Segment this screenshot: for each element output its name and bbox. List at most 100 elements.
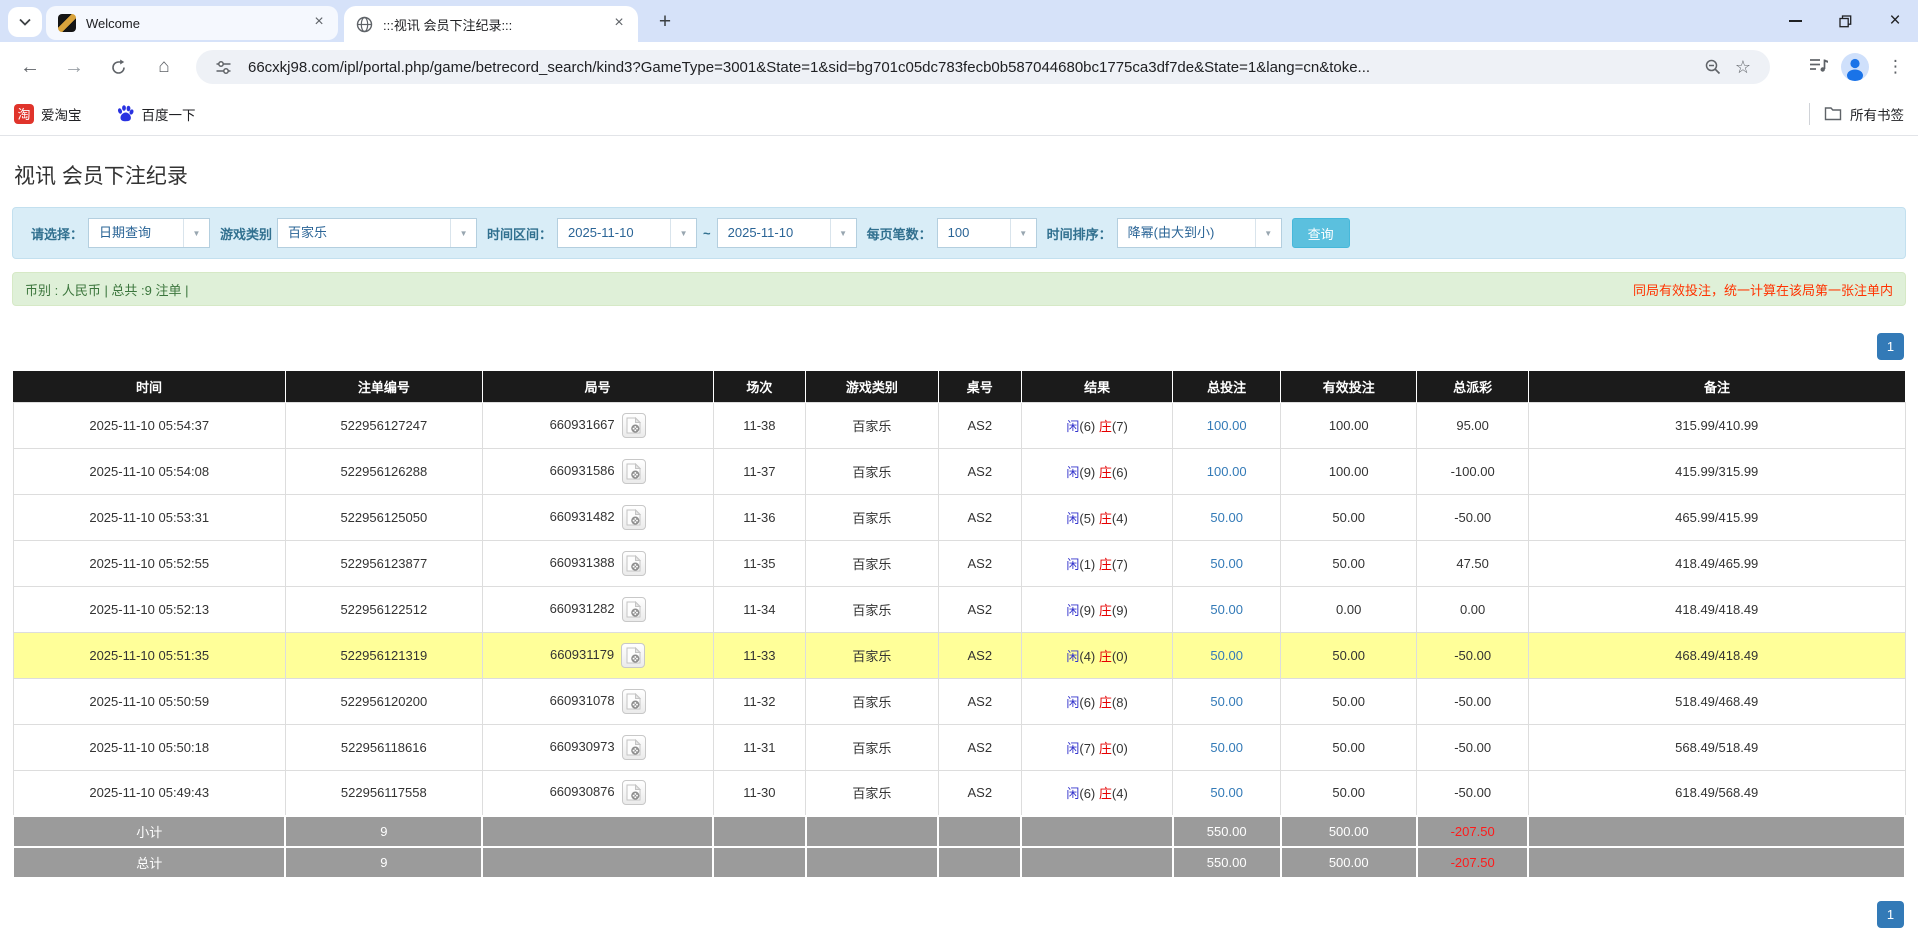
cell-bet-id: 522956127247 bbox=[285, 402, 482, 448]
forward-button[interactable]: → bbox=[56, 49, 92, 85]
cell-remark: 418.49/418.49 bbox=[1528, 586, 1905, 632]
cell-total-bet[interactable]: 50.00 bbox=[1173, 540, 1281, 586]
omnibox[interactable]: 66cxkj98.com/ipl/portal.php/game/betreco… bbox=[196, 50, 1770, 84]
date-to-select[interactable]: 2025-11-10 ▼ bbox=[717, 218, 857, 248]
chevron-down-icon: ▼ bbox=[1010, 219, 1036, 247]
cell-total-bet[interactable]: 50.00 bbox=[1173, 770, 1281, 816]
replay-icon-button[interactable] bbox=[622, 780, 646, 805]
cell-game-type: 百家乐 bbox=[806, 586, 938, 632]
back-button[interactable]: ← bbox=[12, 49, 48, 85]
filter-label-game-type: 游戏类别 bbox=[220, 224, 272, 243]
chevron-down-icon: ▼ bbox=[670, 219, 696, 247]
window-close-button[interactable]: × bbox=[1872, 0, 1918, 42]
tab-welcome[interactable]: Welcome × bbox=[46, 6, 338, 40]
replay-icon-button[interactable] bbox=[622, 689, 646, 714]
cell-round: 660931388 bbox=[482, 540, 713, 586]
replay-icon-button[interactable] bbox=[622, 735, 646, 760]
time-order-select[interactable]: 降幂(由大到小) ▼ bbox=[1117, 218, 1282, 248]
summary-row: 小计9550.00500.00-207.50 bbox=[13, 816, 1905, 847]
media-controls-icon[interactable] bbox=[1809, 56, 1829, 79]
replay-icon-button[interactable] bbox=[622, 551, 646, 576]
cell-time: 2025-11-10 05:54:08 bbox=[13, 448, 285, 494]
cell-total-bet[interactable]: 100.00 bbox=[1173, 402, 1281, 448]
cell-remark: 618.49/568.49 bbox=[1528, 770, 1905, 816]
bookmark-star-icon[interactable]: ☆ bbox=[1728, 52, 1758, 82]
cell-total-bet[interactable]: 50.00 bbox=[1173, 724, 1281, 770]
all-bookmarks-button[interactable]: 所有书签 bbox=[1850, 104, 1904, 124]
date-from-select[interactable]: 2025-11-10 ▼ bbox=[557, 218, 697, 248]
window-minimize-button[interactable] bbox=[1772, 0, 1818, 42]
cell-total-bet[interactable]: 50.00 bbox=[1173, 586, 1281, 632]
home-button[interactable]: ⌂ bbox=[146, 49, 182, 85]
search-button[interactable]: 查询 bbox=[1292, 218, 1350, 248]
window-restore-button[interactable] bbox=[1822, 0, 1868, 42]
folder-icon bbox=[1824, 106, 1842, 121]
cell-valid-bet: 50.00 bbox=[1281, 724, 1417, 770]
tab-close-icon[interactable]: × bbox=[610, 15, 628, 33]
tab-search-button[interactable] bbox=[8, 7, 42, 37]
cell-round: 660931282 bbox=[482, 586, 713, 632]
replay-icon-button[interactable] bbox=[621, 643, 645, 668]
tab-betrecord[interactable]: :::视讯 会员下注纪录::: × bbox=[344, 6, 638, 42]
cell-session: 11-36 bbox=[713, 494, 806, 540]
cell-total-bet[interactable]: 50.00 bbox=[1173, 632, 1281, 678]
replay-icon-button[interactable] bbox=[622, 597, 646, 622]
table-row: 2025-11-10 05:54:08522956126288660931586… bbox=[13, 448, 1905, 494]
menu-kebab-icon[interactable]: ⋮ bbox=[1881, 57, 1910, 77]
cell-game-type: 百家乐 bbox=[806, 724, 938, 770]
replay-icon-button[interactable] bbox=[622, 505, 646, 530]
replay-icon-button[interactable] bbox=[622, 413, 646, 438]
replay-icon bbox=[626, 784, 641, 801]
game-type-select[interactable]: 百家乐 ▼ bbox=[277, 218, 477, 248]
column-header: 局号 bbox=[482, 371, 713, 402]
tab-close-icon[interactable]: × bbox=[310, 14, 328, 32]
cell-total-bet[interactable]: 50.00 bbox=[1173, 494, 1281, 540]
cell-result: 闲(7) 庄(0) bbox=[1021, 724, 1172, 770]
url-text[interactable]: 66cxkj98.com/ipl/portal.php/game/betreco… bbox=[248, 59, 1698, 76]
cell-payout: -50.00 bbox=[1417, 632, 1529, 678]
page-size-select[interactable]: 100 ▼ bbox=[937, 218, 1037, 248]
summary-total-bet: 550.00 bbox=[1173, 847, 1281, 878]
cell-payout: 0.00 bbox=[1417, 586, 1529, 632]
page-button-1[interactable]: 1 bbox=[1877, 901, 1904, 928]
column-header: 注单编号 bbox=[285, 371, 482, 402]
chevron-down-icon: ▼ bbox=[183, 219, 209, 247]
cell-result: 闲(6) 庄(7) bbox=[1021, 402, 1172, 448]
site-settings-icon[interactable] bbox=[208, 52, 238, 82]
status-note: 同局有效投注，统一计算在该局第一张注单内 bbox=[1633, 280, 1893, 299]
query-type-select[interactable]: 日期查询 ▼ bbox=[88, 218, 210, 248]
cell-session: 11-38 bbox=[713, 402, 806, 448]
cell-game-type: 百家乐 bbox=[806, 540, 938, 586]
cell-session: 11-33 bbox=[713, 632, 806, 678]
column-header: 结果 bbox=[1021, 371, 1172, 402]
cell-total-bet[interactable]: 100.00 bbox=[1173, 448, 1281, 494]
cell-table: AS2 bbox=[938, 494, 1021, 540]
cell-total-bet[interactable]: 50.00 bbox=[1173, 678, 1281, 724]
replay-icon bbox=[626, 509, 641, 526]
cell-game-type: 百家乐 bbox=[806, 494, 938, 540]
cell-valid-bet: 100.00 bbox=[1281, 448, 1417, 494]
filter-label-date-range: 时间区间： bbox=[487, 224, 552, 243]
cell-game-type: 百家乐 bbox=[806, 770, 938, 816]
cell-session: 11-34 bbox=[713, 586, 806, 632]
cell-result: 闲(4) 庄(0) bbox=[1021, 632, 1172, 678]
reload-button[interactable] bbox=[100, 49, 136, 85]
cell-valid-bet: 50.00 bbox=[1281, 540, 1417, 586]
profile-avatar[interactable] bbox=[1841, 53, 1869, 81]
column-header: 游戏类别 bbox=[806, 371, 938, 402]
cell-session: 11-37 bbox=[713, 448, 806, 494]
summary-time: 小计 bbox=[13, 816, 285, 847]
new-tab-button[interactable]: + bbox=[652, 9, 678, 35]
zoom-out-icon[interactable] bbox=[1698, 52, 1728, 82]
bookmark-baidu[interactable]: 百度一下 bbox=[116, 104, 196, 124]
cell-result: 闲(6) 庄(8) bbox=[1021, 678, 1172, 724]
page-button-1[interactable]: 1 bbox=[1877, 333, 1904, 360]
status-summary: 币别 : 人民币 | 总共 :9 注单 | bbox=[25, 280, 189, 299]
table-row: 2025-11-10 05:50:59522956120200660931078… bbox=[13, 678, 1905, 724]
bookmark-taobao[interactable]: 淘 爱淘宝 bbox=[14, 104, 82, 124]
replay-icon-button[interactable] bbox=[622, 459, 646, 484]
column-header: 场次 bbox=[713, 371, 806, 402]
welcome-favicon bbox=[58, 14, 76, 32]
replay-icon bbox=[626, 555, 641, 572]
table-row: 2025-11-10 05:52:55522956123877660931388… bbox=[13, 540, 1905, 586]
